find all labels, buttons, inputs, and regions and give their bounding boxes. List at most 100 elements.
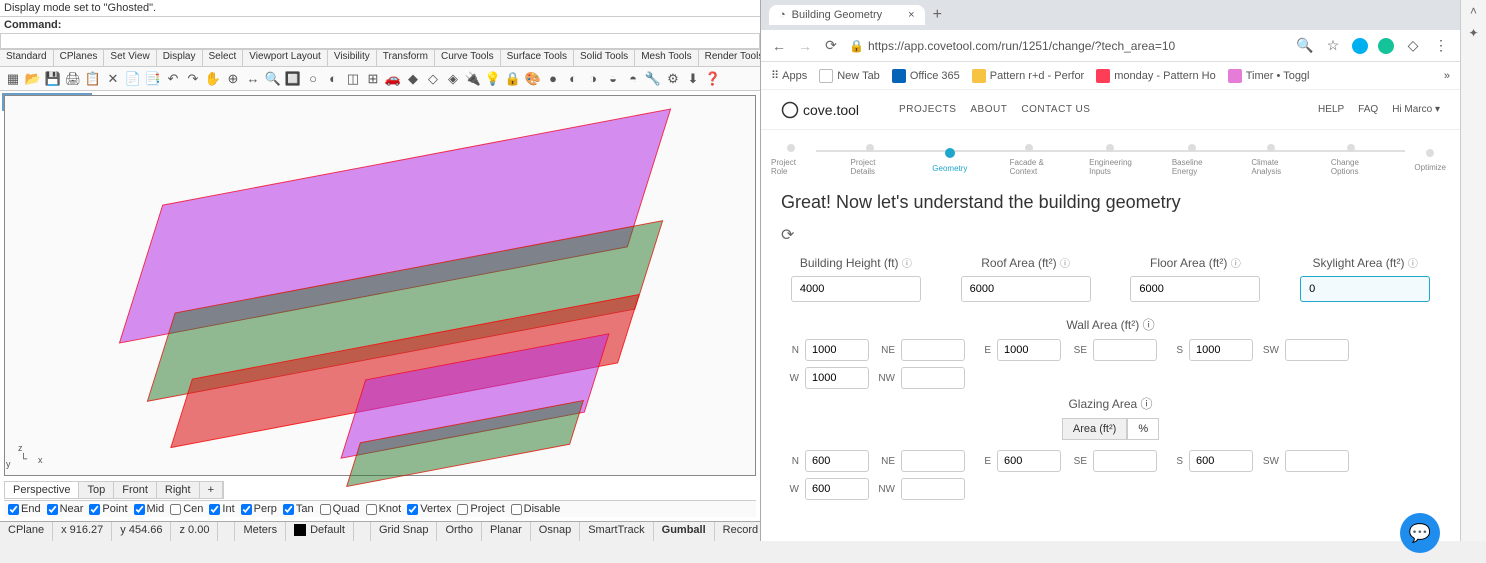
refresh-button[interactable]: ⟳	[781, 225, 794, 245]
progress-step[interactable]: Geometry	[930, 148, 970, 173]
gutter-star-icon[interactable]: ✦	[1461, 22, 1486, 44]
apps-button[interactable]: ⠿ Apps	[771, 69, 807, 82]
toolbar-icon[interactable]: ◓	[624, 70, 642, 88]
gutter-up-icon[interactable]: ˄	[1461, 0, 1486, 22]
sb-gridsnap[interactable]: Grid Snap	[371, 522, 438, 541]
toolbar-icon[interactable]: ↷	[184, 70, 202, 88]
input-floor[interactable]	[1130, 276, 1260, 302]
viewport[interactable]: └ z x y	[4, 95, 756, 476]
zoom-icon[interactable]: 🔍	[1296, 37, 1314, 54]
sb-ortho[interactable]: Ortho	[437, 522, 482, 541]
toolbar-icon[interactable]: ◆	[404, 70, 422, 88]
grammarly-icon[interactable]	[1378, 38, 1394, 54]
toolbar-icon[interactable]: 📄	[124, 70, 142, 88]
rmenu-item[interactable]: FAQ	[1358, 104, 1378, 115]
toolbar-icon[interactable]: 🔧	[644, 70, 662, 88]
osnap-near[interactable]: Near	[47, 503, 84, 515]
osnap-end[interactable]: End	[8, 503, 41, 515]
toolbar-icon[interactable]: 💾	[44, 70, 62, 88]
toolbar-icon[interactable]: ○	[304, 70, 322, 88]
input-wall-N[interactable]	[805, 339, 869, 361]
toolbar-icon[interactable]: ❓	[704, 70, 722, 88]
brand-logo[interactable]: cove.tool	[781, 101, 859, 119]
progress-step[interactable]: Facade & Context	[1010, 144, 1050, 176]
osnap-perp[interactable]: Perp	[241, 503, 277, 515]
progress-step[interactable]: Optimize	[1410, 149, 1450, 172]
toolbar-icon[interactable]: ✋	[204, 70, 222, 88]
osnap-mid[interactable]: Mid	[134, 503, 165, 515]
view-tab[interactable]: Front	[114, 482, 157, 498]
toolbar-icon[interactable]: 🚗	[384, 70, 402, 88]
osnap-point[interactable]: Point	[89, 503, 127, 515]
osnap-project[interactable]: Project	[457, 503, 504, 515]
toolbar-icon[interactable]: 🔌	[464, 70, 482, 88]
chat-button[interactable]: 💬	[1400, 513, 1440, 553]
sb-smarttrack[interactable]: SmartTrack	[580, 522, 653, 541]
osnap-quad[interactable]: Quad	[320, 503, 360, 515]
view-tab[interactable]: +	[200, 482, 223, 498]
input-glaz-W[interactable]	[805, 478, 869, 500]
menu-item[interactable]: ABOUT	[970, 104, 1007, 115]
toolbar-icon[interactable]: 📑	[144, 70, 162, 88]
progress-step[interactable]: Engineering Inputs	[1089, 144, 1132, 176]
toolbar-icon[interactable]: ◇	[424, 70, 442, 88]
progress-step[interactable]: Climate Analysis	[1251, 144, 1291, 176]
bookmark[interactable]: Office 365	[892, 69, 960, 83]
input-wall-SE[interactable]	[1093, 339, 1157, 361]
url-field[interactable]: 🔒 https://app.covetool.com/run/1251/chan…	[849, 39, 1286, 53]
osnap-cen[interactable]: Cen	[170, 503, 203, 515]
tool-tab[interactable]: Solid Tools	[574, 50, 635, 66]
input-wall-NE[interactable]	[901, 339, 965, 361]
toolbar-icon[interactable]: 🔍	[264, 70, 282, 88]
progress-step[interactable]: Change Options	[1331, 144, 1371, 176]
input-roof[interactable]	[961, 276, 1091, 302]
toolbar-icon[interactable]: ⚙	[664, 70, 682, 88]
sb-gumball[interactable]: Gumball	[654, 522, 715, 541]
tool-tab[interactable]: Set View	[104, 50, 156, 66]
new-tab-button[interactable]: +	[933, 6, 942, 24]
progress-step[interactable]: Project Details	[851, 144, 891, 176]
input-skylight[interactable]	[1300, 276, 1430, 302]
browser-tab[interactable]: ◔ Building Geometry ×	[769, 5, 925, 25]
toolbar-icon[interactable]: ●	[544, 70, 562, 88]
tab-close-icon[interactable]: ×	[908, 9, 914, 21]
unit-pct-button[interactable]: %	[1127, 418, 1159, 440]
toolbar-icon[interactable]: 🎨	[524, 70, 542, 88]
sb-cplane[interactable]: CPlane	[0, 522, 53, 541]
progress-step[interactable]: Baseline Energy	[1172, 144, 1212, 176]
view-tab[interactable]: Perspective	[5, 482, 79, 498]
input-wall-SW[interactable]	[1285, 339, 1349, 361]
input-glaz-NW[interactable]	[901, 478, 965, 500]
star-icon[interactable]: ☆	[1324, 37, 1342, 54]
toolbar-icon[interactable]: 💡	[484, 70, 502, 88]
toolbar-icon[interactable]: 📂	[24, 70, 42, 88]
tool-tab[interactable]: Select	[203, 50, 244, 66]
input-glaz-SW[interactable]	[1285, 450, 1349, 472]
input-glaz-E[interactable]	[997, 450, 1061, 472]
rmenu-item[interactable]: HELP	[1318, 104, 1344, 115]
toolbar-icon[interactable]: ⬇	[684, 70, 702, 88]
toolbar-icon[interactable]: ⊞	[364, 70, 382, 88]
sb-osnap[interactable]: Osnap	[531, 522, 580, 541]
toolbar-icon[interactable]: 📋	[84, 70, 102, 88]
tool-tab[interactable]: Curve Tools	[435, 50, 501, 66]
rmenu-item[interactable]: Hi Marco ▾	[1392, 104, 1440, 115]
bookmark[interactable]: New Tab	[819, 69, 880, 83]
input-glaz-SE[interactable]	[1093, 450, 1157, 472]
toolbar-icon[interactable]: 🔒	[504, 70, 522, 88]
toolbar-icon[interactable]: ◫	[344, 70, 362, 88]
bookmark[interactable]: Pattern r+d - Perfor	[972, 69, 1084, 83]
menu-icon[interactable]: ⋮	[1432, 37, 1450, 54]
toolbar-icon[interactable]: 🔲	[284, 70, 302, 88]
input-glaz-N[interactable]	[805, 450, 869, 472]
input-wall-NW[interactable]	[901, 367, 965, 389]
sb-layer[interactable]: Default	[286, 522, 354, 541]
input-wall-S[interactable]	[1189, 339, 1253, 361]
input-wall-E[interactable]	[997, 339, 1061, 361]
tool-tab[interactable]: Mesh Tools	[635, 50, 698, 66]
toolbar-icon[interactable]: ▦	[4, 70, 22, 88]
input-height[interactable]	[791, 276, 921, 302]
tool-tab[interactable]: Display	[157, 50, 203, 66]
toolbar-icon[interactable]: ◑	[584, 70, 602, 88]
tool-tab[interactable]: Render Tools	[699, 50, 760, 66]
